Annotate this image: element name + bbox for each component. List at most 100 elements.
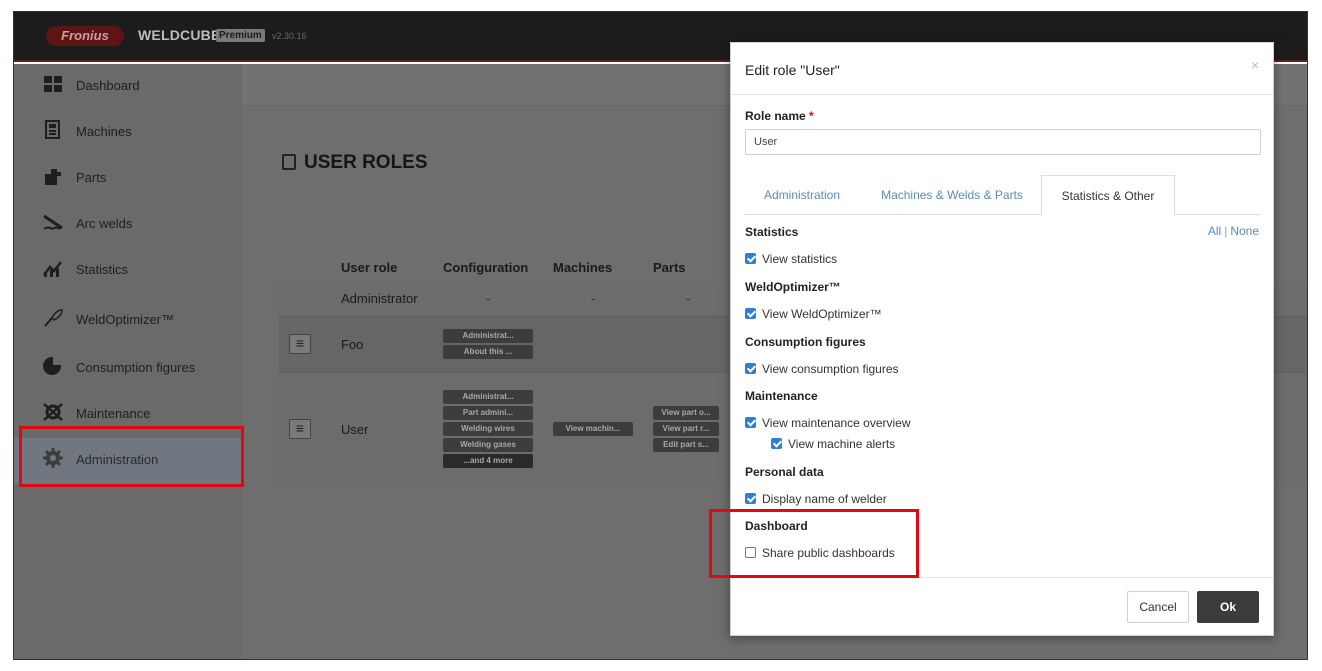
checkbox-label: Display name of welder (762, 492, 887, 506)
table-cell: View machin... (543, 372, 643, 486)
permission-chip: Welding wires (443, 422, 533, 437)
checkbox-label: View maintenance overview (762, 416, 911, 430)
table-cell: - (590, 291, 596, 307)
sidebar-item-label: Parts (76, 170, 107, 185)
sidebar-item-dashboard[interactable]: Dashboard (14, 64, 242, 108)
permission-chip: View machin... (553, 422, 633, 437)
tab-statistics-other[interactable]: Statistics & Other (1041, 175, 1175, 216)
permission-chip: Part admini... (443, 406, 533, 421)
section-title-consumption: Consumption figures (745, 335, 866, 349)
permission-tabs: Administration Machines & Welds & Parts … (745, 175, 1261, 216)
menu-column-header (279, 252, 331, 282)
tab-machines-welds-parts[interactable]: Machines & Welds & Parts (863, 175, 1041, 215)
checkbox-checked[interactable] (745, 417, 756, 428)
cancel-button[interactable]: Cancel (1127, 591, 1189, 623)
table-cell: Administrat... Part admini... Welding wi… (433, 372, 543, 486)
checkbox-checked[interactable] (745, 493, 756, 504)
select-all-link[interactable]: All (1208, 224, 1221, 238)
section-title-personal-data: Personal data (745, 465, 824, 479)
highlight-dashboard-section (709, 509, 919, 578)
checkbox-display-welder-name[interactable]: Display name of welder (745, 492, 887, 506)
weldoptimizer-icon (44, 309, 63, 327)
dialog-title: Edit role "User" (745, 62, 840, 78)
sidebar-item-statistics[interactable]: Statistics (14, 248, 242, 292)
machine-icon (45, 120, 60, 139)
checkbox-checked[interactable] (745, 308, 756, 319)
checkbox-view-statistics[interactable]: View statistics (745, 252, 837, 266)
row-menu-button[interactable]: ≡ (289, 419, 311, 440)
table-cell: Administrat... About this ... (433, 316, 543, 372)
sidebar-item-label: Consumption figures (76, 360, 196, 375)
required-mark: * (809, 109, 814, 123)
role-name: Foo (341, 336, 364, 352)
sidebar-item-label: Arc welds (76, 216, 133, 231)
fronius-logo: Fronius (46, 26, 124, 46)
app-brand: WELDCUBE (138, 27, 221, 43)
checkbox-checked[interactable] (745, 363, 756, 374)
checkbox-label: View statistics (762, 252, 838, 266)
dialog-header: Edit role "User" × (731, 43, 1273, 95)
dashboard-icon (44, 76, 62, 92)
sidebar-item-label: Statistics (76, 262, 129, 277)
select-none-link[interactable]: None (1230, 224, 1259, 238)
checkbox-checked[interactable] (771, 438, 782, 449)
permission-chip: View part r... (653, 422, 719, 437)
separator: | (1224, 224, 1228, 238)
checkbox-view-consumption[interactable]: View consumption figures (745, 362, 899, 376)
dialog-footer: Cancel Ok (731, 577, 1273, 635)
sidebar-item-arc-welds[interactable]: Arc welds (14, 202, 242, 246)
maintenance-icon (43, 403, 63, 421)
column-header: Parts (653, 259, 686, 275)
permission-chip: About this ... (443, 345, 533, 359)
arc-weld-icon (43, 214, 63, 231)
tab-administration[interactable]: Administration (745, 175, 859, 215)
permission-chip: Welding gases (443, 438, 533, 453)
sidebar-item-label: WeldOptimizer™ (76, 312, 175, 327)
permission-chip: Administrat... (443, 329, 533, 343)
user-roles-icon (282, 154, 296, 170)
sidebar-item-label: Machines (76, 124, 132, 139)
page-title: USER ROLES (304, 152, 428, 173)
table-cell: - (685, 291, 691, 307)
checkbox-view-machine-alerts[interactable]: View machine alerts (771, 437, 895, 451)
role-name: User (341, 421, 369, 437)
close-icon[interactable]: × (1251, 57, 1259, 73)
sidebar-item-label: Maintenance (76, 406, 151, 421)
ok-button[interactable]: Ok (1197, 591, 1259, 623)
section-title-weldoptimizer: WeldOptimizer™ (745, 280, 841, 294)
permission-chip: Administrat... (443, 390, 533, 405)
permission-chip: Edit part s... (653, 438, 719, 453)
checkbox-view-maintenance-overview[interactable]: View maintenance overview (745, 416, 911, 430)
parts-icon (45, 169, 61, 185)
statistics-icon (43, 261, 62, 277)
role-name-label: Role name * (745, 109, 814, 123)
more-permissions-chip[interactable]: ...and 4 more (443, 454, 533, 469)
checkbox-label: View consumption figures (762, 362, 899, 376)
app-window: Fronius WELDCUBE Premium v2.30.16 Dashbo… (13, 11, 1308, 660)
row-menu-button[interactable]: ≡ (289, 334, 311, 354)
role-name: Administrator (341, 291, 418, 307)
section-title-maintenance: Maintenance (745, 389, 818, 403)
select-all-none: All | None (1208, 224, 1259, 238)
column-header: Configuration (443, 259, 529, 275)
sidebar-item-weldoptimizer[interactable]: WeldOptimizer™ (14, 298, 242, 342)
column-header: Machines (553, 259, 613, 275)
edition-badge: Premium (216, 29, 265, 42)
sidebar: Dashboard Machines Parts Arc welds Stati… (14, 64, 242, 659)
checkbox-label: View WeldOptimizer™ (762, 307, 882, 321)
checkbox-view-weldoptimizer[interactable]: View WeldOptimizer™ (745, 307, 882, 321)
section-title-statistics: Statistics (745, 225, 799, 239)
sidebar-item-label: Dashboard (76, 78, 140, 93)
sidebar-item-parts[interactable]: Parts (14, 156, 242, 200)
sidebar-item-machines[interactable]: Machines (14, 110, 242, 154)
highlight-administration (19, 426, 244, 487)
table-cell: View part o... View part r... Edit part … (643, 372, 733, 486)
checkbox-label: View machine alerts (788, 437, 896, 451)
table-cell: - (485, 291, 491, 307)
role-name-label-text: Role name (745, 109, 806, 123)
checkbox-checked[interactable] (745, 253, 756, 264)
role-name-input[interactable]: User (745, 129, 1261, 155)
pie-chart-icon (43, 356, 62, 375)
sidebar-item-consumption-figures[interactable]: Consumption figures (14, 346, 242, 390)
app-version: v2.30.16 (272, 31, 307, 41)
